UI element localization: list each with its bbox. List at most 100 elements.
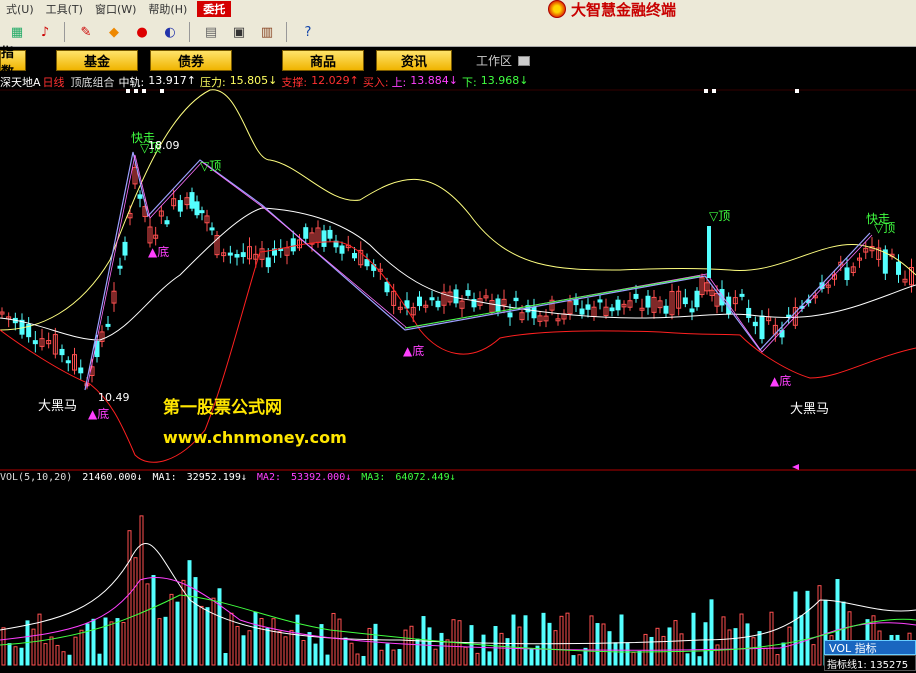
vol-indicator-panel[interactable]: VOL 指标 指标线1: 135275 <box>824 640 916 673</box>
volume-bar <box>85 623 90 666</box>
signal-dot <box>795 89 799 93</box>
volume-bar <box>205 607 210 666</box>
volume-bar <box>115 618 120 666</box>
volume-bar <box>415 638 420 666</box>
label-top: ▽顶 <box>709 209 730 223</box>
candle-body <box>694 290 700 308</box>
volume-bar <box>67 654 72 666</box>
label-heima: 大黑马 <box>38 399 77 414</box>
volume-bar <box>271 618 276 666</box>
candle-body <box>189 192 195 209</box>
volume-bar <box>61 651 66 666</box>
volume-bar <box>319 624 324 666</box>
candle-body <box>759 315 765 340</box>
candle-body <box>227 252 233 256</box>
volume-bar <box>667 627 672 666</box>
ma3-label: MA3: <box>361 472 386 483</box>
volume-bar <box>817 585 822 666</box>
volume-bar <box>511 614 516 666</box>
pressure-label: 压力: <box>199 76 226 89</box>
volume-bar <box>169 593 174 666</box>
candle-body <box>164 220 170 225</box>
candle-body <box>105 323 111 327</box>
support-value: 12.029↑ <box>311 74 359 87</box>
volume-bar <box>7 643 12 666</box>
volume-info-line: VOL(5,10,20) 21460.000↓ MA1: 32952.199↓ … <box>0 472 460 486</box>
volume-bar <box>97 653 102 666</box>
candle-body <box>844 267 850 281</box>
volume-bar <box>139 515 144 666</box>
candle-body <box>59 348 65 356</box>
candle-body <box>465 290 471 296</box>
candle-body <box>327 229 333 239</box>
up-value: 13.884↓ <box>410 74 458 87</box>
label-low-price: 10.49 <box>98 391 130 404</box>
candle-body <box>689 308 695 313</box>
volume-bar <box>781 642 786 666</box>
candle-body <box>122 241 128 256</box>
support-band <box>0 241 916 463</box>
volume-bar <box>13 646 18 666</box>
vol-panel-header: VOL 指标 <box>824 640 916 655</box>
volume-bar <box>631 651 636 666</box>
label-bottom: ▲底 <box>148 244 169 259</box>
period-label: 日线 <box>42 76 65 89</box>
volume-bar <box>373 623 378 666</box>
volume-bar <box>355 653 360 666</box>
volume-bar <box>175 601 180 666</box>
volume-bar <box>571 655 576 666</box>
volume-bar <box>691 612 696 666</box>
volume-bar <box>625 642 630 666</box>
volume-bar <box>433 648 438 666</box>
volume-bar <box>637 650 642 666</box>
volume-bar <box>379 649 384 666</box>
volume-bar <box>283 636 288 666</box>
volume-bar <box>811 644 816 666</box>
volume-bar <box>745 623 750 666</box>
volume-bar <box>607 631 612 666</box>
ma1-label: MA1: <box>152 472 177 483</box>
indicator-name: 顶底组合 <box>70 76 115 89</box>
volume-bar <box>613 642 618 666</box>
volume-bar <box>337 618 342 666</box>
volume-bar <box>187 560 192 666</box>
volume-bar <box>1 627 6 666</box>
volume-bar <box>697 656 702 666</box>
candle-body <box>117 265 123 269</box>
volume-bar <box>349 642 354 666</box>
candle-body <box>585 304 591 310</box>
volume-bar <box>661 635 666 666</box>
candle-body <box>94 340 100 358</box>
volume-bar <box>235 625 240 666</box>
volume-bar <box>163 616 168 666</box>
candle-body <box>303 227 309 239</box>
volume-bar <box>523 615 528 666</box>
volume-bar <box>739 613 744 666</box>
ma2-label: MA2: <box>256 472 281 483</box>
volume-bar <box>595 623 600 666</box>
candle-body <box>32 340 38 345</box>
volume-bar <box>253 611 258 666</box>
label-bottom: ▲底 <box>403 343 424 358</box>
candle-body <box>682 297 688 305</box>
candle-body <box>645 295 651 308</box>
vol-name: VOL(5,10,20) <box>0 472 73 483</box>
candle-body <box>177 200 183 212</box>
volume-bar <box>517 626 522 666</box>
price-chart[interactable]: 快走▽顶18.09▽顶▲底▲底▲底10.49大黑马▽顶▲底大黑马快走▽顶 <box>0 0 916 673</box>
candle-body <box>507 312 513 318</box>
candle-body <box>746 307 752 318</box>
volume-bar <box>211 597 216 666</box>
volume-bar <box>289 629 294 666</box>
candle-body <box>364 259 370 267</box>
candle-body <box>531 306 537 319</box>
volume-bar <box>55 644 60 666</box>
candle-body <box>739 293 745 297</box>
volume-bar <box>277 631 282 666</box>
signal-dot <box>712 89 716 93</box>
candle-body <box>290 238 296 252</box>
volume-bar <box>439 632 444 666</box>
volume-bar <box>577 654 582 666</box>
volume-bar <box>73 636 78 666</box>
volume-bar <box>805 590 810 666</box>
